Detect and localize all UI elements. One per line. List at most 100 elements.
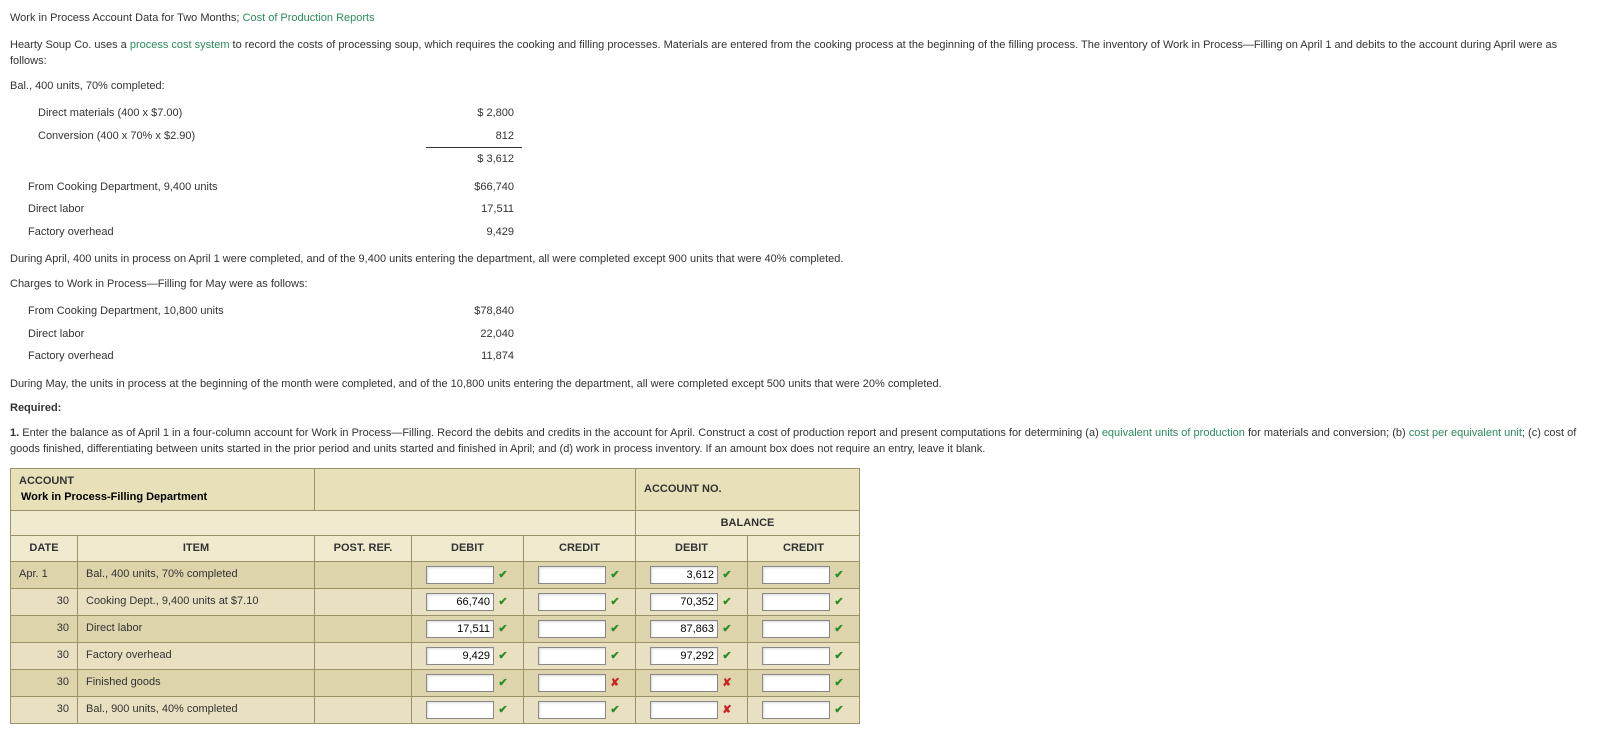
may-dl-amount: 22,040 [426,323,522,346]
postref-cell [315,642,412,669]
item-cell: Bal., 400 units, 70% completed [78,561,315,588]
postref-cell [315,561,412,588]
balance-debit-input[interactable] [650,593,718,611]
check-icon: ✔ [497,675,509,692]
credit-input[interactable] [538,620,606,638]
table-row: 30Finished goods ✔ ✘ ✘ ✔ [11,669,860,696]
col-credit: CREDIT [524,536,636,562]
date-cell: 30 [11,669,78,696]
balance-debit-input[interactable] [650,647,718,665]
debit-input[interactable] [426,701,494,719]
intro-paragraph: Hearty Soup Co. uses a process cost syst… [10,37,1590,70]
intro-text-2: to record the costs of processing soup, … [10,39,1557,68]
balance-credit-input[interactable] [762,701,830,719]
credit-input[interactable] [538,701,606,719]
debit-input[interactable] [426,647,494,665]
dl-label: Direct labor [20,198,426,221]
credit-input[interactable] [538,593,606,611]
conv-amount: 812 [426,125,522,148]
postref-cell [315,696,412,723]
may-completion-text: During May, the units in process at the … [10,376,1590,393]
check-icon: ✔ [721,621,733,638]
check-icon: ✔ [833,648,845,665]
item-cell: Finished goods [78,669,315,696]
table-row: 30Bal., 900 units, 40% completed✔✔✘✔ [11,696,860,723]
item-cell: Direct labor [78,615,315,642]
date-cell: 30 [11,615,78,642]
title-term-link[interactable]: Cost of Production Reports [243,12,375,24]
april-debits-table: From Cooking Department, 9,400 units$66,… [20,176,522,244]
page-title: Work in Process Account Data for Two Mon… [10,10,1590,27]
account-label-cell: ACCOUNT [11,468,315,510]
debit-input[interactable] [426,620,494,638]
debit-input[interactable] [426,674,494,692]
postref-cell [315,588,412,615]
col-bal-debit: DEBIT [636,536,748,562]
postref-cell [315,669,412,696]
foh-amount: 9,429 [426,221,522,244]
process-cost-system-link[interactable]: process cost system [130,39,230,51]
check-icon: ✔ [497,594,509,611]
required-label: Required: [10,402,61,414]
credit-input[interactable] [538,674,606,692]
date-cell: 30 [11,642,78,669]
balance-debit-input[interactable] [650,620,718,638]
col-date: DATE [11,536,78,562]
check-icon: ✔ [833,594,845,611]
conv-label: Conversion (400 x 70% x $2.90) [30,125,426,148]
credit-input[interactable] [538,566,606,584]
table-row: 30Direct labor✔✔✔✔ [11,615,860,642]
balance-credit-input[interactable] [762,674,830,692]
balance-credit-input[interactable] [762,566,830,584]
balance-debit-input[interactable] [650,674,718,692]
may-cooking-amount: $78,840 [426,300,522,323]
table-row: 30Cooking Dept., 9,400 units at $7.10✔✔✔… [11,588,860,615]
cross-icon: ✘ [609,675,621,692]
col-postref: POST. REF. [315,536,412,562]
dm-amount: $ 2,800 [426,102,522,125]
col-bal-credit: CREDIT [748,536,860,562]
date-cell: 30 [11,696,78,723]
dl-amount: 17,511 [426,198,522,221]
may-charges-intro: Charges to Work in Process—Filling for M… [10,276,1590,293]
debit-input[interactable] [426,566,494,584]
req-number: 1. [10,427,19,439]
cost-per-unit-link[interactable]: cost per equivalent unit [1409,427,1522,439]
check-icon: ✔ [497,621,509,638]
table-row: 30Factory overhead✔✔✔✔ [11,642,860,669]
check-icon: ✔ [721,567,733,584]
table-row: Apr. 1Bal., 400 units, 70% completed✔✔✔✔ [11,561,860,588]
balance-debit-input[interactable] [650,701,718,719]
may-foh-label: Factory overhead [20,345,426,368]
beginning-balance-table: Direct materials (400 x $7.00)$ 2,800 Co… [30,102,522,171]
balance-debit-input[interactable] [650,566,718,584]
check-icon: ✔ [497,702,509,719]
item-cell: Bal., 900 units, 40% completed [78,696,315,723]
check-icon: ✔ [609,594,621,611]
subtotal-amount: $ 3,612 [426,148,522,171]
date-cell: 30 [11,588,78,615]
debit-input[interactable] [426,593,494,611]
check-icon: ✔ [497,567,509,584]
balance-credit-input[interactable] [762,620,830,638]
check-icon: ✔ [833,675,845,692]
item-cell: Factory overhead [78,642,315,669]
cross-icon: ✘ [721,675,733,692]
balance-header: BALANCE [636,510,860,536]
intro-text-1: Hearty Soup Co. uses a [10,39,130,51]
col-item: ITEM [78,536,315,562]
four-column-account: ACCOUNT ACCOUNT NO. BALANCE DATE ITEM PO… [10,468,860,724]
date-cell: Apr. 1 [11,561,78,588]
balance-credit-input[interactable] [762,593,830,611]
cross-icon: ✘ [721,702,733,719]
credit-input[interactable] [538,647,606,665]
req-text-2: for materials and conversion; (b) [1245,427,1409,439]
col-debit: DEBIT [412,536,524,562]
check-icon: ✔ [833,567,845,584]
balance-credit-input[interactable] [762,647,830,665]
account-name-input[interactable] [19,490,263,504]
cooking-label: From Cooking Department, 9,400 units [20,176,426,199]
requirement-1: 1. Enter the balance as of April 1 in a … [10,425,1590,458]
check-icon: ✔ [833,621,845,638]
equivalent-units-link[interactable]: equivalent units of production [1102,427,1245,439]
